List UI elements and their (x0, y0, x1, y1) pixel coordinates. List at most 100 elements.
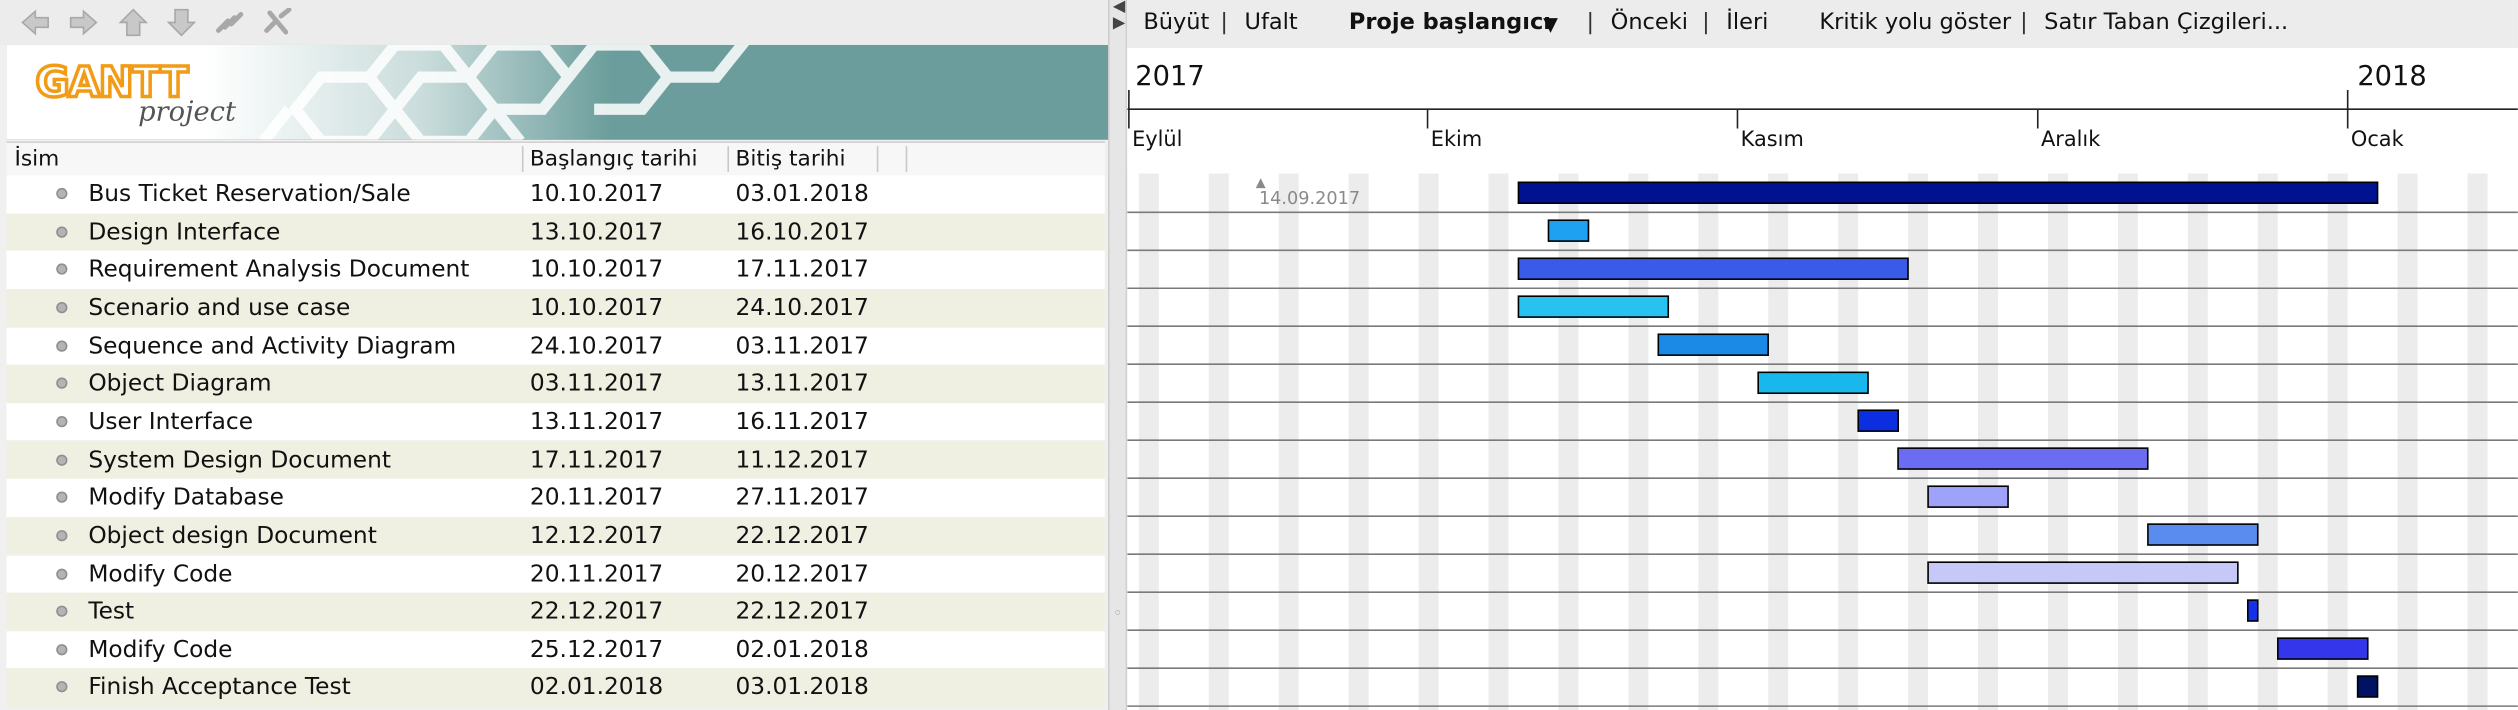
toolbar-separator: | (1220, 9, 1228, 36)
task-end-date: 03.11.2017 (735, 333, 869, 360)
task-start-date: 03.11.2017 (529, 371, 664, 398)
table-row[interactable]: Bus Ticket Reservation/Sale 10.10.2017 03.… (6, 175, 1105, 213)
task-bar[interactable] (2147, 523, 2259, 546)
task-start-date: 20.11.2017 (529, 485, 664, 512)
task-bullet-icon (56, 301, 68, 314)
task-end-date: 02.01.2018 (735, 637, 869, 664)
task-bar[interactable] (1897, 447, 2149, 470)
task-bar[interactable] (2246, 599, 2259, 622)
task-bullet-icon (56, 225, 68, 238)
task-tree-pane: GANTT project İsim Başlangıç tarihi Biti… (0, 0, 1109, 710)
task-name: Object design Document (88, 523, 377, 550)
project-start-button[interactable]: Proje başlangıcı (1349, 10, 1551, 36)
svg-text:project: project (138, 96, 237, 127)
task-start-date: 13.11.2017 (529, 409, 664, 436)
today-marker-icon: ▲ (1255, 175, 1266, 190)
splitter-handle-icon[interactable]: ◦ (1113, 606, 1122, 623)
task-bullet-icon (56, 643, 68, 656)
table-row[interactable]: Design Interface 13.10.2017 16.10.2017 (6, 213, 1105, 251)
zoom-out-button[interactable]: Ufalt (1244, 10, 1297, 36)
column-header-start[interactable]: Başlangıç tarihi (530, 145, 698, 174)
task-name: Finish Acceptance Test (88, 675, 351, 702)
collapse-right-arrow-icon[interactable]: ▶ (1113, 15, 1125, 32)
previous-button[interactable]: Önceki (1611, 10, 1688, 36)
column-divider[interactable] (905, 146, 908, 172)
task-start-date: 10.10.2017 (529, 181, 664, 208)
column-divider[interactable] (876, 146, 879, 172)
task-bar[interactable] (1757, 371, 1869, 395)
task-bar[interactable] (1927, 561, 2239, 584)
task-bar[interactable] (2277, 637, 2369, 660)
task-start-date: 22.12.2017 (529, 599, 664, 626)
task-bullet-icon (56, 681, 68, 694)
next-button[interactable]: İleri (1726, 10, 1768, 36)
task-bar[interactable] (2356, 675, 2379, 698)
up-arrow-icon[interactable] (116, 8, 151, 37)
task-bar[interactable] (1657, 333, 1769, 356)
table-row[interactable]: Modify Code 25.12.2017 02.01.2018 (6, 630, 1105, 669)
table-row[interactable]: User Interface 13.11.2017 16.11.2017 (6, 403, 1105, 441)
task-end-date: 17.11.2017 (735, 257, 869, 284)
task-name: User Interface (88, 409, 254, 436)
month-label: Ocak (2350, 128, 2404, 153)
task-bullet-icon (56, 263, 68, 276)
toolbar-separator: | (1702, 9, 1710, 36)
zoom-in-button[interactable]: Büyüt (1143, 10, 1209, 36)
task-name: Design Interface (88, 219, 281, 246)
table-row[interactable]: Sequence and Activity Diagram 24.10.2017 0… (6, 327, 1105, 365)
task-bar[interactable] (1517, 295, 1670, 318)
task-bar[interactable] (1857, 409, 1900, 432)
baselines-button[interactable]: Satır Taban Çizgileri... (2044, 10, 2288, 36)
task-end-date: 22.12.2017 (735, 599, 869, 626)
table-row[interactable]: Scenario and use case 10.10.2017 24.10.201… (6, 289, 1105, 327)
pane-splitter[interactable]: ◀ ▶ ◦ (1108, 0, 1128, 710)
table-row[interactable]: System Design Document 17.11.2017 11.12.20… (6, 441, 1105, 479)
task-bar[interactable] (1927, 485, 2009, 508)
column-header-name[interactable]: İsim (14, 145, 59, 174)
unlink-icon[interactable] (260, 7, 295, 37)
gantt-chart-area[interactable]: 14.09.2017 ▲ (1127, 173, 2518, 710)
down-arrow-icon[interactable] (164, 8, 199, 37)
column-divider[interactable] (727, 146, 730, 172)
task-name: Requirement Analysis Document (88, 257, 470, 284)
table-row[interactable]: Modify Database 20.11.2017 27.11.2017 (6, 478, 1105, 517)
task-bar[interactable] (1517, 257, 1909, 280)
month-label: Eylül (1132, 128, 1183, 153)
column-divider[interactable] (521, 146, 524, 172)
task-bullet-icon (56, 529, 68, 542)
critical-path-button[interactable]: Kritik yolu göster (1819, 10, 2011, 36)
task-end-date: 03.01.2018 (735, 675, 869, 702)
link-icon[interactable] (212, 8, 247, 37)
column-header-end[interactable]: Bitiş tarihi (735, 145, 845, 174)
task-name: Scenario and use case (88, 295, 351, 322)
forward-arrow-icon[interactable] (66, 8, 101, 37)
toolbar-separator: | (1586, 9, 1595, 36)
task-start-date: 10.10.2017 (529, 257, 664, 284)
task-bar[interactable] (1517, 181, 2379, 205)
table-row[interactable]: Finish Acceptance Test 02.01.2018 03.01.20… (6, 668, 1105, 707)
back-arrow-icon[interactable] (18, 8, 53, 37)
gantt-chart-canvas[interactable] (1127, 173, 2518, 710)
table-row[interactable]: Object design Document 12.12.2017 22.12.20… (6, 516, 1105, 555)
task-end-date: 20.12.2017 (735, 561, 869, 588)
task-name: System Design Document (88, 447, 391, 474)
task-start-date: 24.10.2017 (529, 333, 664, 360)
table-row[interactable]: Test 22.12.2017 22.12.2017 (6, 592, 1105, 631)
chevron-down-icon[interactable]: ▼ (1543, 13, 1558, 35)
task-bullet-icon (56, 377, 68, 390)
task-table: Bus Ticket Reservation/Sale 10.10.2017 03.… (6, 175, 1105, 710)
task-name: Bus Ticket Reservation/Sale (88, 181, 411, 208)
task-start-date: 17.11.2017 (529, 447, 664, 474)
task-name: Modify Database (88, 485, 284, 512)
task-bar[interactable] (1547, 219, 1590, 242)
tree-toolbar (0, 0, 1109, 45)
table-row[interactable]: Object Diagram 03.11.2017 13.11.2017 (6, 365, 1105, 403)
gantt-chart-pane: Büyüt | Ufalt Proje başlangıcı ▼ | Öncek… (1127, 0, 2518, 710)
task-name: Modify Code (88, 637, 233, 664)
month-label: Kasım (1740, 128, 1804, 153)
table-row[interactable]: Requirement Analysis Document 10.10.2017 1… (6, 251, 1105, 289)
timeline-ticks (1127, 89, 2518, 129)
table-row[interactable]: Modify Code 20.11.2017 20.12.2017 (6, 554, 1105, 593)
task-end-date: 22.12.2017 (735, 523, 869, 550)
task-bullet-icon (56, 187, 68, 200)
